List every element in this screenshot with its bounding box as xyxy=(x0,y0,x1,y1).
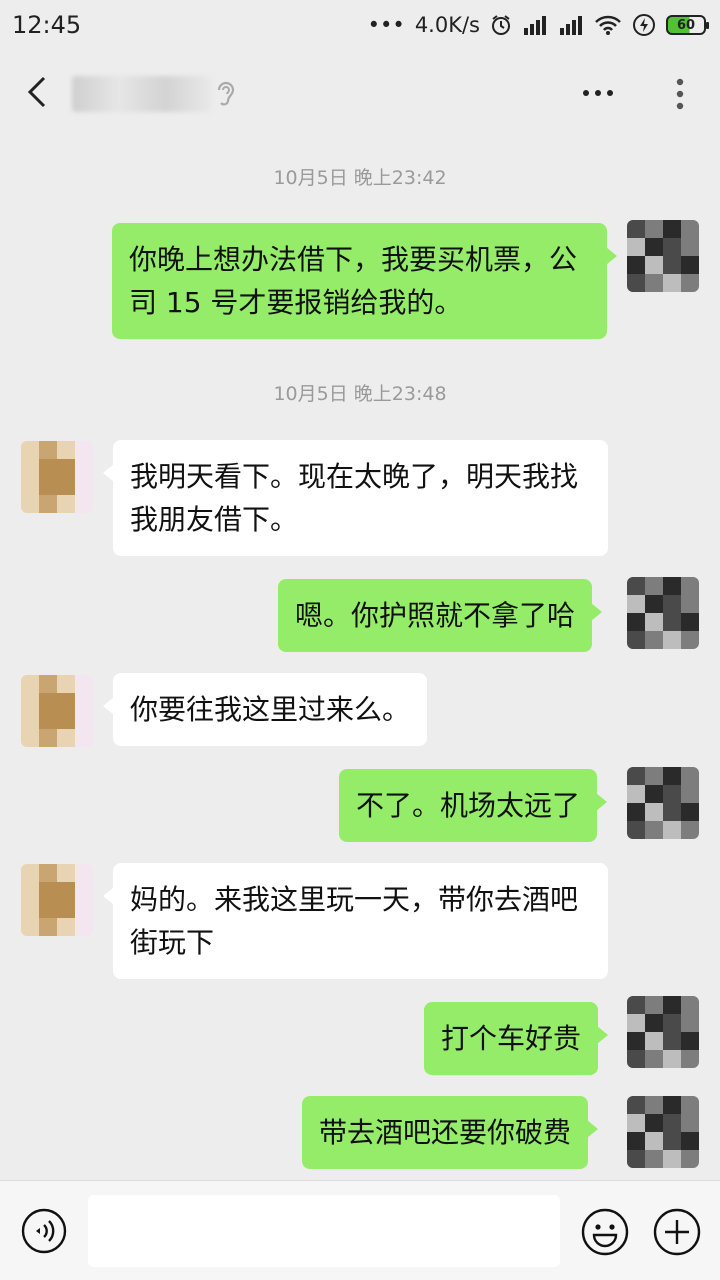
voice-icon[interactable] xyxy=(20,1207,68,1255)
received-message[interactable]: 我明天看下。现在太晚了，明天我找我朋友借下。 xyxy=(103,440,608,556)
more-dots-icon: ••• xyxy=(367,13,405,37)
my-avatar[interactable] xyxy=(627,767,699,839)
more-vertical-icon[interactable] xyxy=(666,74,694,114)
charging-icon xyxy=(632,13,656,37)
message-timestamp: 10月5日 晚上23:42 xyxy=(273,167,447,189)
alarm-icon xyxy=(490,14,512,36)
contact-avatar[interactable] xyxy=(21,441,93,513)
status-icons: ••• 4.0K/s 60 xyxy=(367,13,709,37)
status-bar: 12:45 ••• 4.0K/s 60 xyxy=(0,0,720,50)
input-bar xyxy=(0,1180,720,1280)
sent-message[interactable]: 打个车好贵 xyxy=(424,1002,609,1075)
my-avatar[interactable] xyxy=(627,1096,699,1168)
contact-avatar[interactable] xyxy=(21,864,93,936)
emoji-icon[interactable] xyxy=(580,1207,630,1257)
ear-icon xyxy=(214,78,238,110)
received-message[interactable]: 妈的。来我这里玩一天，带你去酒吧街玩下 xyxy=(103,863,608,979)
signal-icon-1 xyxy=(522,14,548,36)
chat-header xyxy=(0,50,720,136)
more-horizontal-icon[interactable] xyxy=(578,78,618,108)
message-input[interactable] xyxy=(88,1195,560,1267)
plus-icon[interactable] xyxy=(652,1207,702,1257)
net-speed: 4.0K/s xyxy=(414,13,480,37)
contact-avatar[interactable] xyxy=(21,675,93,747)
back-icon[interactable] xyxy=(22,72,54,112)
sent-message[interactable]: 带去酒吧还要你破费 xyxy=(302,1096,599,1169)
status-time: 12:45 xyxy=(12,11,82,39)
my-avatar[interactable] xyxy=(627,996,699,1068)
my-avatar[interactable] xyxy=(627,220,699,292)
chat-area[interactable]: 10月5日 晚上23:42 你晚上想办法借下，我要买机票，公司 15 号才要报销… xyxy=(0,136,720,1180)
signal-icon-2 xyxy=(558,14,584,36)
battery-icon: 60 xyxy=(666,15,709,35)
received-message[interactable]: 你要往我这里过来么。 xyxy=(102,673,428,746)
contact-name-blurred xyxy=(72,76,212,112)
my-avatar[interactable] xyxy=(627,577,699,649)
sent-message[interactable]: 嗯。你护照就不拿了哈 xyxy=(278,579,603,652)
message-timestamp: 10月5日 晚上23:48 xyxy=(273,383,447,405)
wifi-icon xyxy=(594,14,622,36)
sent-message[interactable]: 你晚上想办法借下，我要买机票，公司 15 号才要报销给我的。 xyxy=(112,223,617,339)
sent-message[interactable]: 不了。机场太远了 xyxy=(339,769,608,842)
